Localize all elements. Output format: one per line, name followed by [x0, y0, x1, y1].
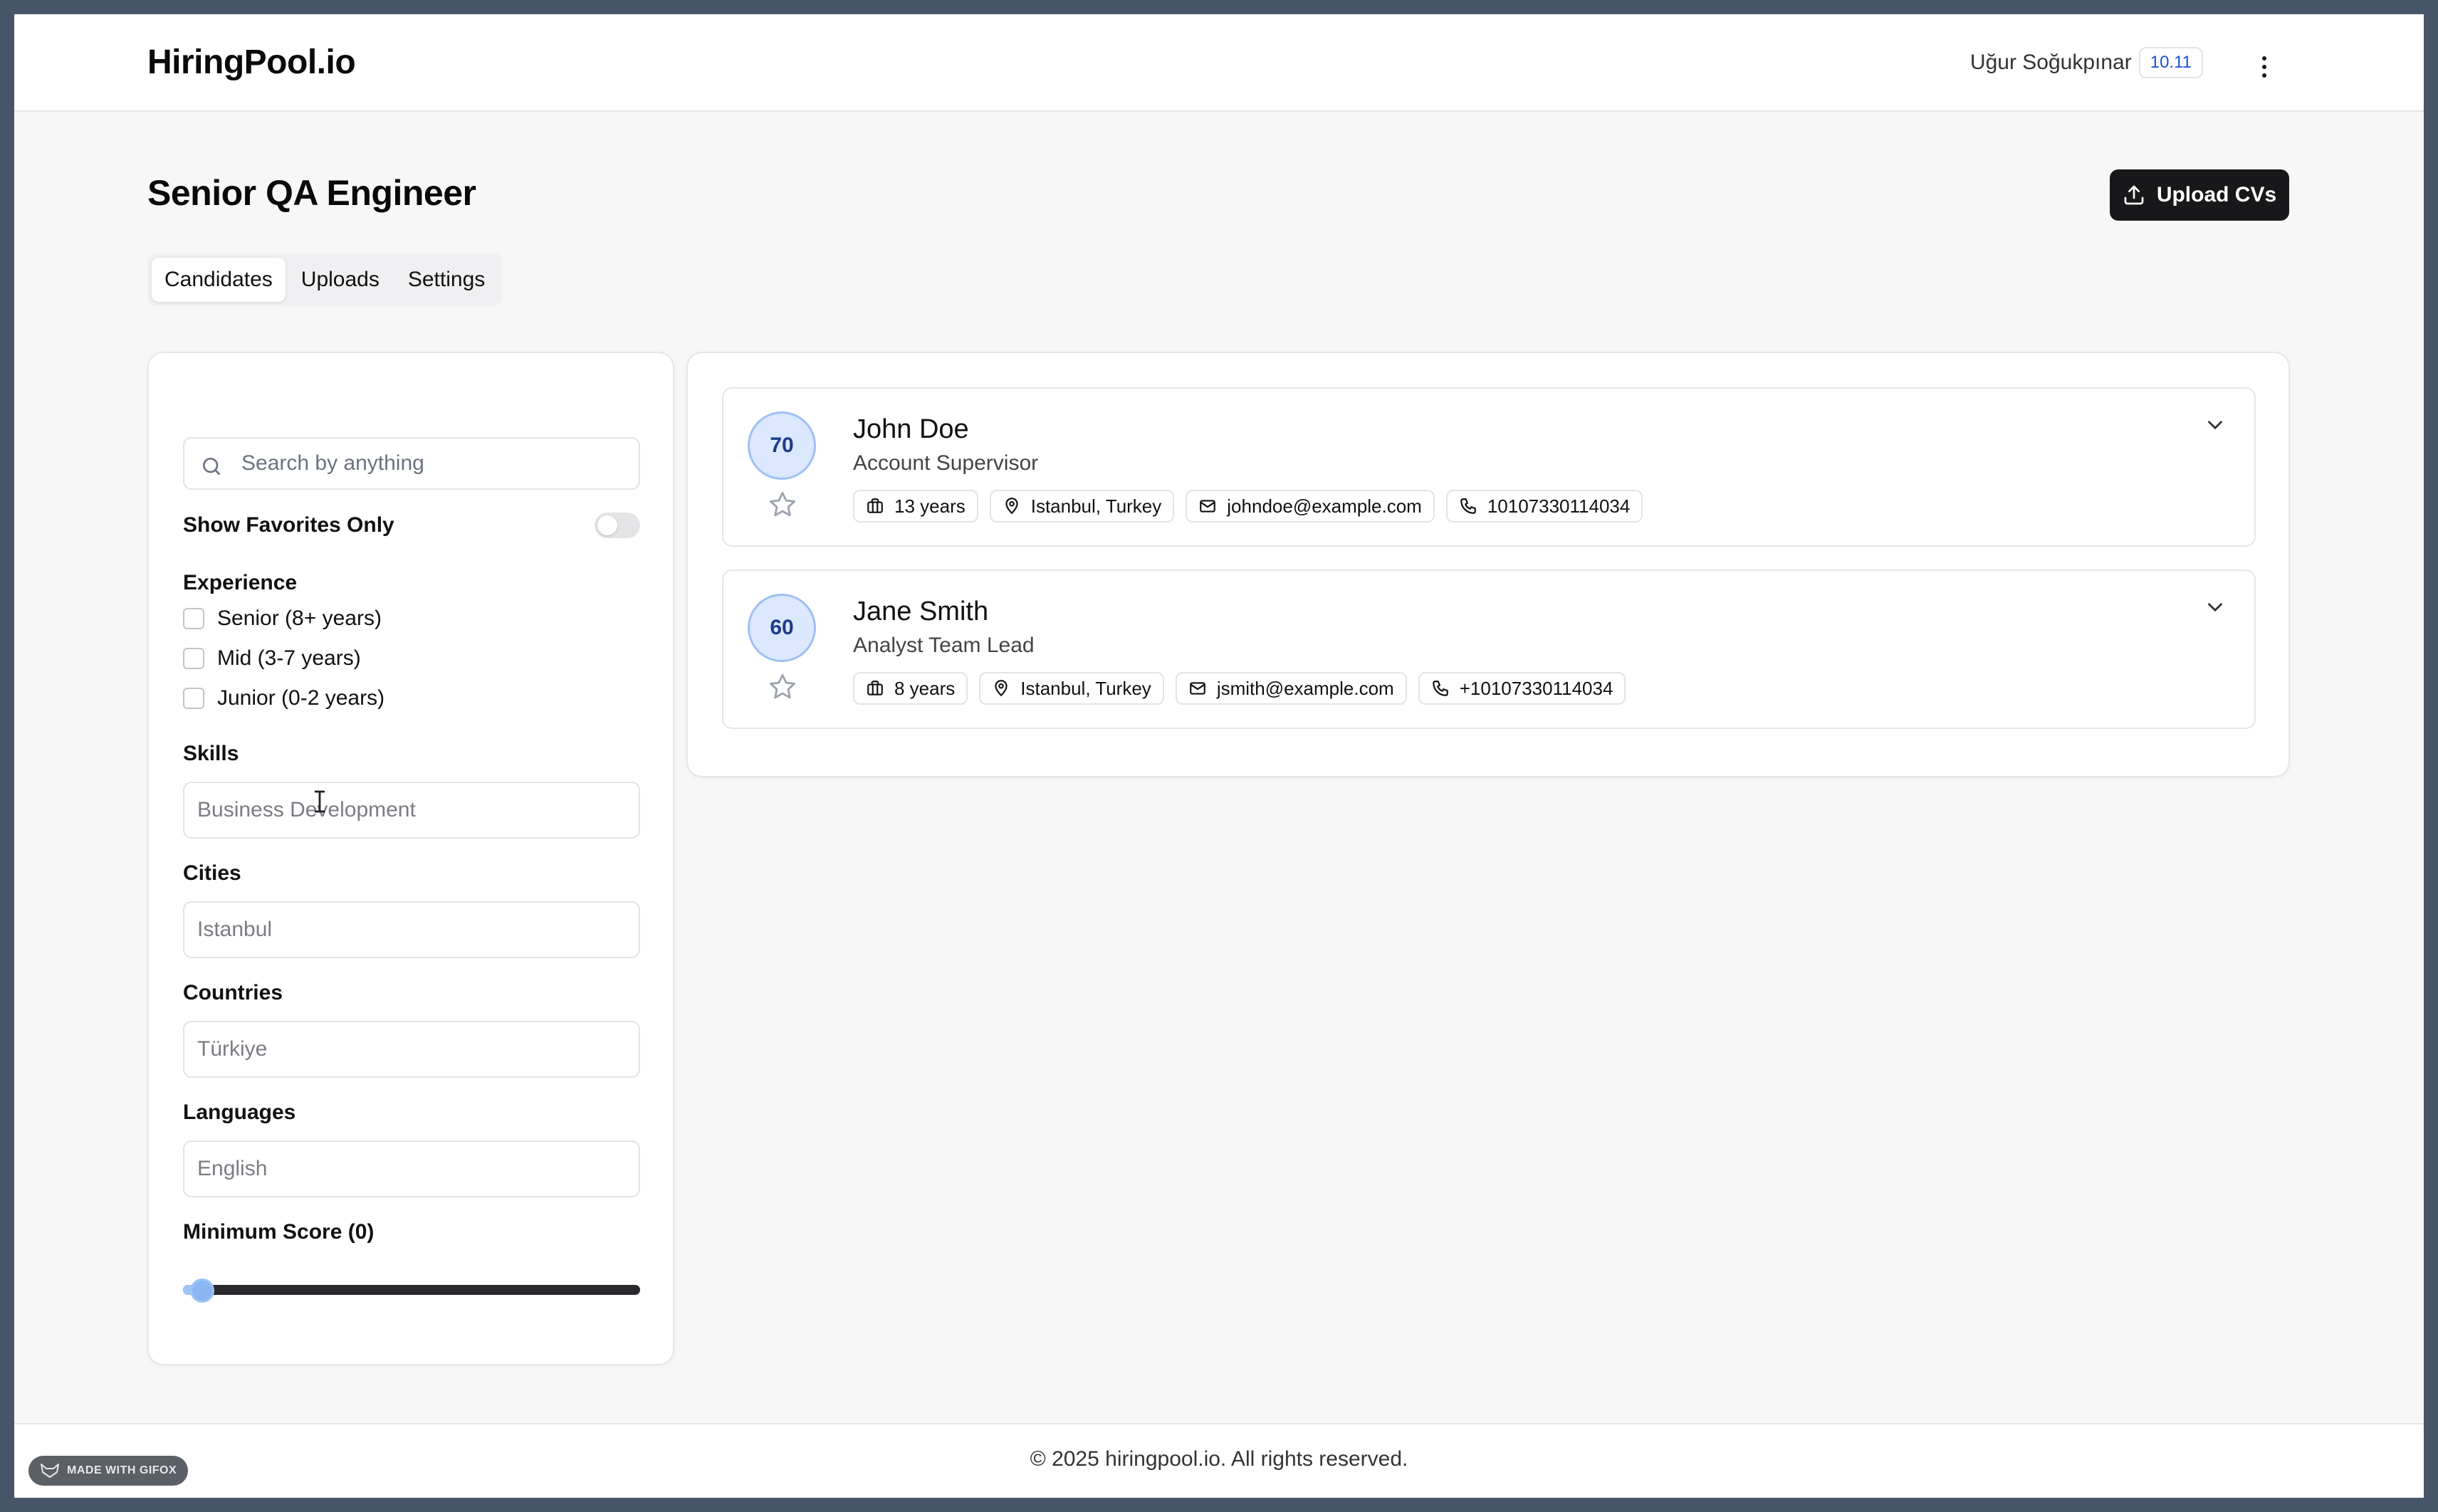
languages-label: Languages — [183, 1101, 296, 1124]
version-badge: 10.11 — [2138, 47, 2203, 78]
briefcase-icon — [867, 681, 883, 695]
tab-candidates[interactable]: Candidates — [152, 258, 286, 302]
score-badge: 70 — [748, 411, 816, 480]
experience-option-senior[interactable]: Senior (8+ years) — [183, 607, 382, 631]
candidate-details: 8 years Istanbul, Turkey jsmith@example.… — [853, 672, 1626, 705]
experience-option-label: Mid (3-7 years) — [217, 646, 361, 670]
map-pin-icon — [995, 680, 1008, 697]
cities-label: Cities — [183, 861, 241, 885]
skills-input[interactable] — [184, 783, 639, 837]
skills-field — [183, 782, 640, 839]
checkbox[interactable] — [183, 608, 204, 629]
experience-option-label: Senior (8+ years) — [217, 607, 382, 630]
search-input[interactable] — [241, 451, 626, 476]
candidates-panel: 70 John Doe Account Supervisor 13 years … — [686, 352, 2290, 777]
user-area: Uğur Soğukpınar 10.11 — [1970, 47, 2203, 78]
email-value: jsmith@example.com — [1216, 677, 1394, 699]
menu-dot — [2262, 73, 2266, 78]
min-score-slider[interactable] — [183, 1276, 640, 1304]
menu-dot — [2262, 56, 2266, 61]
experience-option-mid[interactable]: Mid (3-7 years) — [183, 646, 361, 671]
experience-chip: 8 years — [853, 672, 968, 705]
slider-thumb[interactable] — [190, 1279, 214, 1303]
favorites-toggle[interactable] — [595, 513, 640, 538]
chevron-down-icon[interactable] — [2203, 595, 2227, 619]
phone-value: 10107330114034 — [1487, 495, 1631, 517]
fox-icon — [41, 1464, 59, 1478]
favorites-row: Show Favorites Only — [183, 510, 640, 541]
email-value: johndoe@example.com — [1227, 495, 1422, 517]
cities-field — [183, 901, 640, 958]
phone-icon — [1460, 498, 1476, 514]
more-vertical-icon[interactable] — [2254, 51, 2275, 83]
email-chip[interactable]: johndoe@example.com — [1186, 490, 1435, 523]
tab-settings[interactable]: Settings — [395, 258, 498, 302]
min-score-label: Minimum Score (0) — [183, 1220, 375, 1244]
candidate-title: Account Supervisor — [853, 451, 1039, 475]
location-value: Istanbul, Turkey — [1030, 495, 1162, 517]
upload-cvs-button[interactable]: Upload CVs — [2110, 169, 2289, 221]
candidate-name: John Doe — [853, 414, 969, 444]
page-title: Senior QA Engineer — [147, 173, 476, 213]
star-icon[interactable] — [768, 672, 797, 702]
experience-value: 13 years — [894, 495, 966, 517]
cities-input[interactable] — [184, 903, 639, 957]
countries-label: Countries — [183, 981, 283, 1004]
score-badge: 60 — [748, 594, 816, 662]
languages-field — [183, 1140, 640, 1197]
footer: © 2025 hiringpool.io. All rights reserve… — [14, 1423, 2424, 1498]
app-window: HiringPool.io Uğur Soğukpınar 10.11 Seni… — [14, 14, 2424, 1498]
phone-chip[interactable]: 10107330114034 — [1445, 490, 1643, 523]
experience-option-junior[interactable]: Junior (0-2 years) — [183, 686, 384, 710]
experience-label: Experience — [183, 571, 298, 594]
chevron-down-icon[interactable] — [2203, 413, 2227, 437]
gifox-badge-label: MADE WITH GIFOX — [67, 1464, 177, 1476]
filters-panel: Show Favorites Only Experience Senior (8… — [147, 352, 674, 1365]
languages-input[interactable] — [184, 1142, 639, 1196]
location-chip: Istanbul, Turkey — [979, 672, 1164, 705]
phone-chip[interactable]: +10107330114034 — [1418, 672, 1626, 705]
candidate-details: 13 years Istanbul, Turkey johndoe@exampl… — [853, 490, 1643, 523]
experience-option-label: Junior (0-2 years) — [217, 686, 385, 710]
email-chip[interactable]: jsmith@example.com — [1175, 672, 1407, 705]
logo[interactable]: HiringPool.io — [147, 43, 356, 82]
gifox-badge: MADE WITH GIFOX — [28, 1456, 189, 1486]
candidate-card[interactable]: 60 Jane Smith Analyst Team Lead 8 years … — [722, 569, 2256, 729]
tab-uploads[interactable]: Uploads — [288, 258, 392, 302]
slider-track[interactable] — [183, 1285, 640, 1295]
upload-icon — [2124, 185, 2144, 205]
star-icon[interactable] — [768, 490, 797, 520]
experience-chip: 13 years — [853, 490, 978, 523]
countries-field — [183, 1021, 640, 1078]
footer-copyright: © 2025 hiringpool.io. All rights reserve… — [1030, 1447, 1408, 1471]
search-box — [183, 437, 640, 490]
phone-icon — [1432, 681, 1448, 696]
phone-value: +10107330114034 — [1459, 677, 1613, 699]
map-pin-icon — [1005, 498, 1018, 515]
checkbox[interactable] — [183, 688, 204, 709]
candidate-title: Analyst Team Lead — [853, 634, 1035, 657]
tab-bar: Candidates Uploads Settings — [147, 253, 503, 306]
mail-icon — [1189, 682, 1205, 695]
experience-value: 8 years — [894, 677, 956, 699]
user-name[interactable]: Uğur Soğukpınar — [1970, 51, 2132, 75]
briefcase-icon — [867, 498, 883, 513]
candidate-card[interactable]: 70 John Doe Account Supervisor 13 years … — [722, 387, 2256, 547]
favorites-label: Show Favorites Only — [183, 513, 394, 537]
candidate-name: Jane Smith — [853, 597, 989, 626]
search-icon — [203, 458, 220, 475]
top-header: HiringPool.io Uğur Soğukpınar 10.11 — [14, 14, 2424, 112]
location-chip: Istanbul, Turkey — [989, 490, 1175, 523]
mail-icon — [1200, 500, 1216, 513]
checkbox[interactable] — [183, 648, 204, 669]
countries-input[interactable] — [184, 1022, 639, 1076]
location-value: Istanbul, Turkey — [1020, 677, 1151, 699]
skills-label: Skills — [183, 742, 239, 765]
menu-dot — [2262, 65, 2266, 69]
upload-cvs-label: Upload CVs — [2156, 183, 2277, 206]
